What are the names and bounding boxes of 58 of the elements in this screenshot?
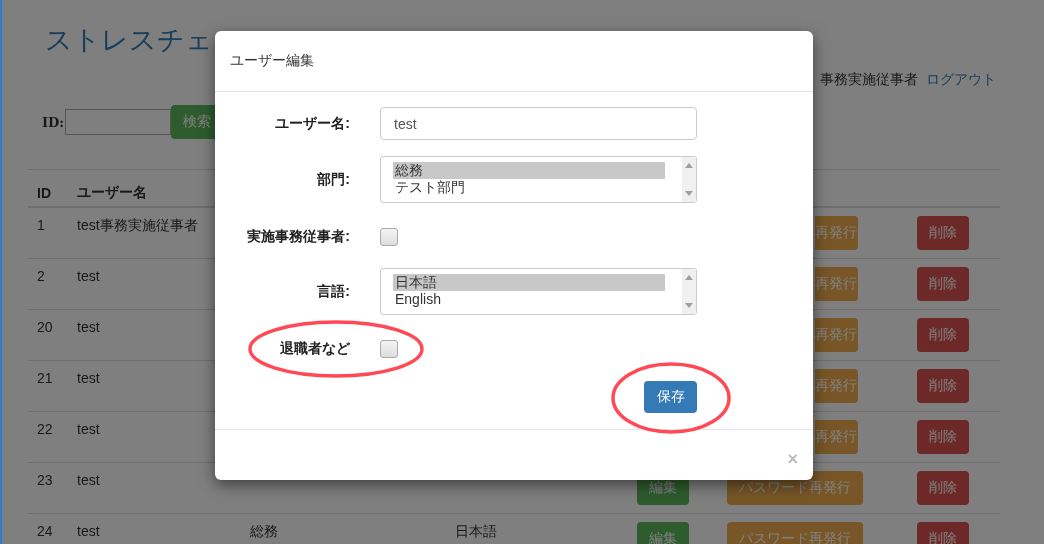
delete-button[interactable]: 削除 xyxy=(917,216,969,250)
listbox[interactable]: 日本語 English xyxy=(380,268,697,315)
table-cell-text: test xyxy=(77,318,101,335)
scroll-up-icon[interactable] xyxy=(685,163,693,168)
table-cell-text: 2 xyxy=(37,267,46,284)
close-icon[interactable]: × xyxy=(787,449,798,468)
reissue-password-button[interactable]: 再発行 xyxy=(815,267,858,301)
reissue-password-button[interactable]: 再発行 xyxy=(815,420,858,454)
table-cell-text: 22 xyxy=(37,420,54,437)
field-label: 退職者など xyxy=(279,340,350,358)
listbox[interactable]: 総務 テスト部門 xyxy=(380,156,697,203)
table-cell-text: 21 xyxy=(37,369,54,386)
id-label: ID: xyxy=(42,114,65,130)
user-name: 事務実施従事者 xyxy=(820,71,918,89)
checkbox[interactable] xyxy=(380,340,398,358)
table-cell-text: test xyxy=(77,420,101,437)
reissue-password-button[interactable]: 再発行 xyxy=(815,318,858,352)
delete-button[interactable]: 削除 xyxy=(917,471,969,505)
save-button[interactable]: 保存 xyxy=(644,381,697,413)
delete-button[interactable]: 削除 xyxy=(917,267,969,301)
delete-button[interactable]: 削除 xyxy=(917,318,969,352)
scroll-down-icon[interactable] xyxy=(685,303,693,308)
listbox-option[interactable]: English xyxy=(393,291,665,308)
table-cell-text: test xyxy=(77,369,101,386)
table-cell-text: 1 xyxy=(37,216,46,233)
edit-button[interactable]: 編集 xyxy=(637,522,689,544)
delete-button[interactable]: 削除 xyxy=(917,420,969,454)
scroll-down-icon[interactable] xyxy=(685,191,693,196)
reissue-password-button[interactable]: 再発行 xyxy=(815,369,858,403)
table-cell-text: 20 xyxy=(37,318,54,335)
table-cell-text: 23 xyxy=(37,471,54,488)
listbox-option[interactable]: テスト部門 xyxy=(393,179,665,196)
table-cell-text: 24 xyxy=(37,522,54,539)
page-title: ストレスチェ xyxy=(45,24,213,57)
field-label: ユーザー名: xyxy=(274,114,350,133)
table-cell-text: test xyxy=(77,522,101,539)
table-cell-text: 日本語 xyxy=(455,522,498,541)
field-label: 言語: xyxy=(316,282,350,301)
reissue-password-button[interactable]: パスワード再発行 xyxy=(727,522,863,544)
table-cell-text: test事務実施従事者 xyxy=(77,216,199,235)
listbox-option[interactable]: 総務 xyxy=(393,162,665,179)
delete-button[interactable]: 削除 xyxy=(917,369,969,403)
dialog-title: ユーザー編集 xyxy=(230,52,314,70)
table-cell-text: test xyxy=(77,267,101,284)
reissue-password-button[interactable]: 再発行 xyxy=(815,216,858,250)
field-label: 部門: xyxy=(316,170,350,189)
table-cell-text: test xyxy=(77,471,101,488)
field-label: 実施事務従事者: xyxy=(246,228,350,246)
listbox-option[interactable]: 日本語 xyxy=(393,274,665,291)
column-header: ID xyxy=(37,183,52,201)
checkbox[interactable] xyxy=(380,228,398,246)
logout-link[interactable]: ログアウト xyxy=(926,71,996,89)
id-input-field[interactable] xyxy=(65,109,172,135)
search-button[interactable]: 検索 xyxy=(171,105,217,139)
table-cell-text: 総務 xyxy=(250,522,279,541)
scroll-up-icon[interactable] xyxy=(685,275,693,280)
column-header: ユーザー名 xyxy=(77,182,148,202)
username-input-field[interactable]: test xyxy=(380,107,697,140)
